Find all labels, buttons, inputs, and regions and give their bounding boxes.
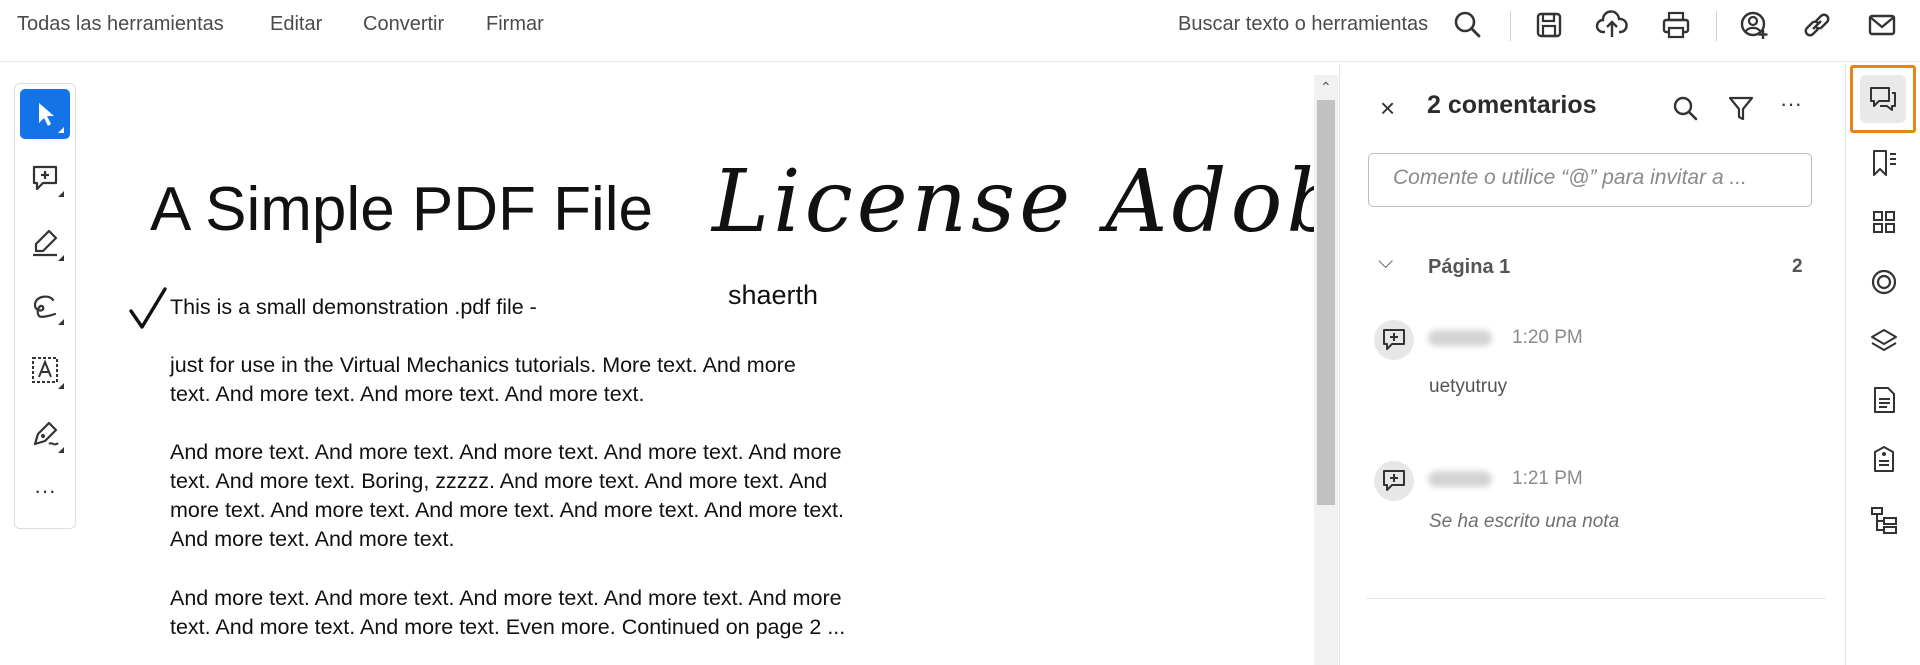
scroll-up-arrow-icon[interactable]: ⌃ [1320, 79, 1332, 96]
save-icon[interactable] [1532, 8, 1566, 42]
draw-tool-button[interactable] [20, 281, 70, 331]
structure-icon [1871, 507, 1897, 534]
thumbnails-icon [1873, 211, 1895, 233]
expand-corner-icon [58, 127, 64, 133]
add-comment-tool-button[interactable] [20, 153, 70, 203]
document-text-line: And more text. And more text. And more t… [170, 586, 842, 610]
document-icon [1874, 387, 1895, 413]
target-rail-button[interactable] [1858, 256, 1910, 308]
page-group-label[interactable]: Página 1 [1428, 256, 1510, 279]
more-options-button[interactable]: ··· [1780, 91, 1810, 121]
toolbar-divider [1716, 11, 1717, 41]
mail-icon[interactable] [1865, 8, 1899, 42]
comment-time: 1:20 PM [1512, 327, 1583, 348]
text-box-tool-button[interactable] [20, 345, 70, 395]
comments-rail-button[interactable] [1850, 65, 1916, 133]
document-rail-button[interactable] [1858, 374, 1910, 426]
panel-divider [1366, 598, 1826, 599]
highlight-tool-button[interactable] [20, 217, 70, 267]
layers-icon [1871, 329, 1897, 351]
bookmark-icon [1873, 150, 1896, 176]
document-text-line: just for use in the Virtual Mechanics tu… [170, 353, 796, 377]
attachment-rail-button[interactable] [1858, 433, 1910, 485]
search-icon[interactable] [1451, 8, 1485, 42]
fountain-pen-icon [33, 421, 59, 446]
expand-corner-icon [58, 255, 64, 261]
expand-corner-icon [58, 447, 64, 453]
layers-rail-button[interactable] [1858, 315, 1910, 367]
link-icon[interactable] [1800, 8, 1834, 42]
thumbnails-rail-button[interactable] [1858, 196, 1910, 248]
comment-author-redacted [1428, 471, 1492, 487]
filter-icon[interactable] [1726, 93, 1756, 123]
expand-corner-icon [58, 383, 64, 389]
document-text-line: And more text. And more text. And more t… [170, 440, 842, 464]
comments-panel: × 2 comentarios ··· Comente o utilice “@… [1339, 63, 1845, 665]
search-comments-icon[interactable] [1670, 93, 1700, 123]
document-text-line: text. And more text. Boring, zzzzz. And … [170, 469, 828, 493]
comment-text: uetyutruy [1429, 376, 1508, 397]
comment-input[interactable]: Comente o utilice “@” para invitar a ... [1368, 153, 1812, 207]
document-text-line: text. And more text. And more text. And … [170, 382, 645, 406]
document-scrollbar[interactable]: ⌃ [1314, 75, 1338, 665]
tools-panel: ··· [14, 83, 76, 529]
pointer-icon [39, 103, 54, 126]
expand-corner-icon [58, 191, 64, 197]
comment-author-redacted [1428, 330, 1492, 346]
close-panel-button[interactable]: × [1380, 93, 1395, 124]
comment-avatar [1374, 461, 1414, 501]
highlighter-icon [33, 229, 58, 257]
attachment-icon [1874, 446, 1894, 472]
comment-add-icon [1383, 470, 1405, 491]
document-text-line: And more text. And more text. [170, 527, 455, 551]
select-tool-button[interactable] [20, 89, 70, 139]
document-title: A Simple PDF File [150, 175, 654, 244]
bookmarks-rail-button[interactable] [1858, 137, 1910, 189]
structure-rail-button[interactable] [1858, 494, 1910, 546]
right-tool-rail [1845, 63, 1920, 665]
share-user-icon[interactable] [1737, 8, 1771, 42]
text-box-icon [32, 357, 58, 383]
scrollbar-thumb[interactable] [1317, 100, 1335, 505]
target-icon [1871, 269, 1897, 295]
document-text-line: text. And more text. And more text. Even… [170, 615, 846, 639]
comment-avatar [1374, 320, 1414, 360]
comment-add-icon [1383, 329, 1405, 350]
sign-tool-button[interactable] [20, 409, 70, 459]
upload-icon[interactable] [1595, 8, 1629, 42]
comments-icon [1870, 87, 1896, 111]
menu-sign[interactable]: Firmar [486, 13, 544, 36]
comment-add-icon [32, 165, 58, 191]
comments-title: 2 comentarios [1427, 91, 1597, 119]
more-tools-button[interactable]: ··· [20, 473, 70, 523]
freehand-draw-icon [33, 295, 57, 318]
document-text-line: more text. And more text. And more text.… [170, 498, 844, 522]
checkmark-icon[interactable] [128, 287, 168, 331]
toolbar-divider [1510, 11, 1511, 41]
comment-time: 1:21 PM [1512, 468, 1583, 489]
menu-edit[interactable]: Editar [270, 13, 322, 36]
menu-convert[interactable]: Convertir [363, 13, 444, 36]
page-comment-count: 2 [1792, 256, 1803, 277]
top-menu-bar: Todas las herramientas Editar Convertir … [0, 0, 1920, 62]
chevron-down-icon[interactable]: ⌵ [1378, 251, 1393, 274]
search-tools-field[interactable]: Buscar texto o herramientas [1178, 13, 1428, 36]
signature-name: shaerth [728, 280, 819, 310]
print-icon[interactable] [1659, 8, 1693, 42]
comment-text: Se ha escrito una nota [1429, 511, 1620, 532]
document-text-line: This is a small demonstration .pdf file … [170, 295, 537, 319]
menu-all-tools[interactable]: Todas las herramientas [17, 13, 224, 36]
expand-corner-icon [58, 319, 64, 325]
